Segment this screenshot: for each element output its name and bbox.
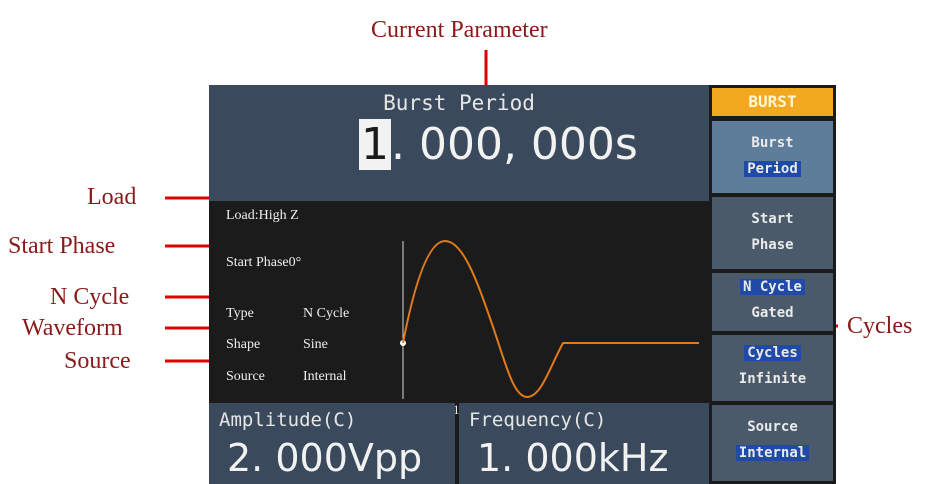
n-cycle-callout: N Cycle	[50, 284, 130, 310]
softkey-start-phase-line2: Phase	[751, 237, 794, 253]
softkey-source-line1: Source	[747, 419, 798, 435]
softkey-n-cycle-gated[interactable]: N Cycle Gated	[712, 273, 833, 331]
load-callout: Load	[87, 184, 137, 210]
frequency-panel[interactable]: Frequency(C) 1. 000kHz	[459, 403, 709, 484]
softkey-n-cycle-line1: N Cycle	[739, 279, 805, 295]
softkey-start-phase[interactable]: Start Phase	[712, 197, 833, 269]
softkey-cycles-line2: Infinite	[738, 371, 807, 387]
softkey-burst-period-line2: Period	[744, 161, 801, 177]
softkey-source[interactable]: Source Internal	[712, 405, 833, 481]
softkey-cycles-infinite[interactable]: Cycles Infinite	[712, 335, 833, 401]
frequency-label: Frequency(C)	[469, 409, 607, 431]
softkey-burst-period[interactable]: Burst Period	[712, 121, 833, 193]
generator-screen: Burst Period 1. 000, 000s Load:High Z St…	[209, 85, 836, 484]
edit-cursor-digit[interactable]: 1	[359, 119, 391, 170]
parameter-name: Burst Period	[383, 91, 535, 115]
sine-burst-trace	[402, 239, 699, 399]
waveform-callout: Waveform	[22, 315, 123, 341]
softkey-menu: BURST Burst Period Start Phase N Cycle G…	[709, 85, 836, 484]
softkey-burst-period-line1: Burst	[751, 135, 794, 151]
amplitude-panel[interactable]: Amplitude(C) 2. 000Vpp	[209, 403, 455, 484]
parameter-value-rest: . 000, 000s	[391, 119, 638, 170]
cycles-callout: Cycles	[847, 313, 913, 339]
menu-title-burst: BURST	[712, 88, 833, 116]
softkey-start-phase-line1: Start	[751, 211, 794, 227]
softkey-cycles-line1: Cycles	[744, 345, 801, 361]
softkey-source-line2: Internal	[735, 445, 810, 461]
waveform-display: Load:High Z Start Phase0° Type N Cycle S…	[209, 201, 709, 417]
frequency-value: 1. 000kHz	[477, 436, 669, 480]
start-phase-callout: Start Phase	[8, 233, 116, 259]
parameter-value[interactable]: 1. 000, 000s	[359, 119, 638, 170]
burst-waveform: ⇤ ⇥	[400, 239, 699, 399]
source-callout: Source	[64, 348, 131, 374]
bottom-parameter-bar: Amplitude(C) 2. 000Vpp Frequency(C) 1. 0…	[209, 403, 709, 484]
amplitude-label: Amplitude(C)	[219, 409, 357, 431]
current-parameter-panel[interactable]: Burst Period 1. 000, 000s	[209, 85, 709, 201]
amplitude-value: 2. 000Vpp	[227, 436, 423, 480]
softkey-n-cycle-line2: Gated	[751, 305, 794, 321]
current-parameter-callout: Current Parameter	[371, 17, 548, 43]
